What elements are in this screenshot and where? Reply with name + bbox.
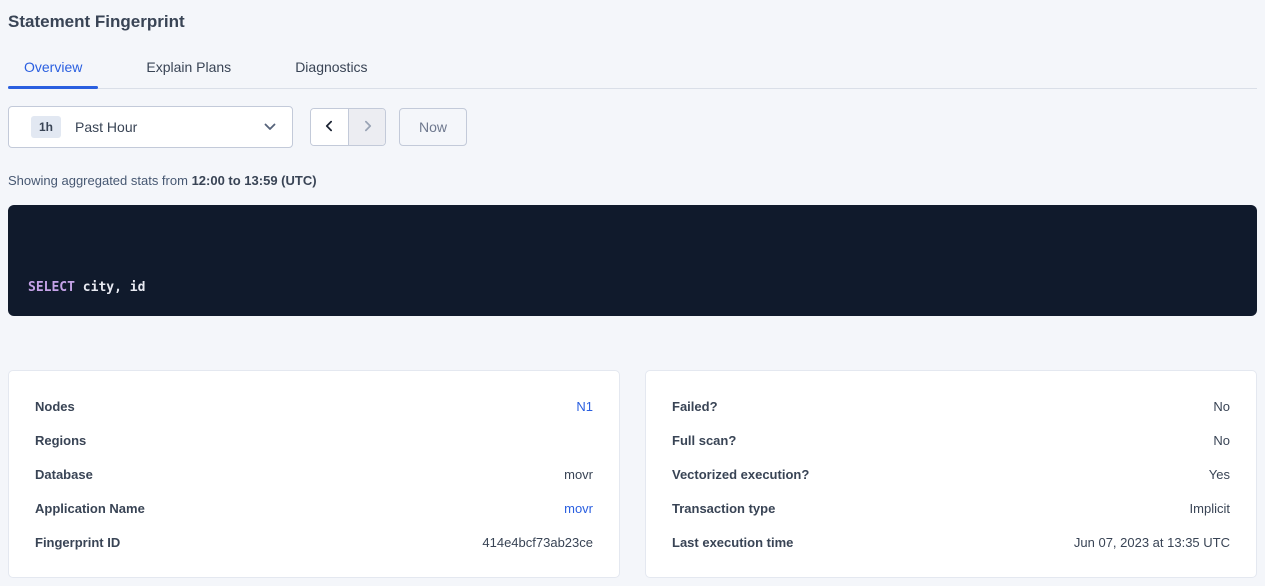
detail-label: Transaction type — [672, 501, 775, 516]
chevron-down-icon — [264, 123, 276, 131]
detail-value: No — [1213, 433, 1230, 448]
detail-row-transaction-type: Transaction type Implicit — [672, 491, 1230, 525]
aggregated-stats-caption: Showing aggregated stats from 12:00 to 1… — [8, 173, 1257, 188]
details-cards: Nodes N1 Regions Database movr Applicati… — [8, 370, 1257, 578]
statement-fingerprint-page: Statement Fingerprint Overview Explain P… — [0, 0, 1265, 578]
previous-interval-button[interactable] — [311, 109, 348, 145]
tab-overview[interactable]: Overview — [8, 55, 98, 88]
detail-row-regions: Regions — [35, 423, 593, 457]
detail-row-fingerprint-id: Fingerprint ID 414e4bcf73ab23ce — [35, 525, 593, 559]
detail-label: Application Name — [35, 501, 145, 516]
detail-row-full-scan: Full scan? No — [672, 423, 1230, 457]
detail-row-vectorized-execution: Vectorized execution? Yes — [672, 457, 1230, 491]
detail-label: Fingerprint ID — [35, 535, 120, 550]
detail-label: Full scan? — [672, 433, 736, 448]
time-range-badge: 1h — [31, 116, 61, 138]
detail-value: 414e4bcf73ab23ce — [482, 535, 593, 550]
detail-label: Failed? — [672, 399, 718, 414]
detail-row-nodes: Nodes N1 — [35, 389, 593, 423]
sql-line: SELECT city, id — [28, 276, 1237, 299]
sql-statement-box: SELECT city, id FROM vehicles WHERE city… — [8, 205, 1257, 316]
detail-label: Vectorized execution? — [672, 467, 809, 482]
tab-diagnostics[interactable]: Diagnostics — [279, 55, 383, 88]
time-step-group — [310, 108, 386, 146]
detail-label: Database — [35, 467, 93, 482]
time-range-label: Past Hour — [75, 119, 137, 135]
application-name-link[interactable]: movr — [564, 501, 593, 516]
statement-details-card-left: Nodes N1 Regions Database movr Applicati… — [8, 370, 620, 578]
detail-value: Jun 07, 2023 at 13:35 UTC — [1074, 535, 1230, 550]
nodes-link[interactable]: N1 — [576, 399, 593, 414]
detail-label: Regions — [35, 433, 86, 448]
stats-caption-range: 12:00 to 13:59 (UTC) — [192, 173, 317, 188]
detail-value: Yes — [1209, 467, 1230, 482]
page-title: Statement Fingerprint — [8, 0, 1257, 33]
time-picker-row: 1h Past Hour Now — [8, 106, 1257, 148]
detail-value: Implicit — [1190, 501, 1230, 516]
detail-row-database: Database movr — [35, 457, 593, 491]
tab-bar: Overview Explain Plans Diagnostics — [8, 55, 1257, 89]
next-interval-button[interactable] — [348, 109, 385, 145]
time-range-select[interactable]: 1h Past Hour — [8, 106, 293, 148]
now-button[interactable]: Now — [399, 108, 467, 146]
statement-details-card-right: Failed? No Full scan? No Vectorized exec… — [645, 370, 1257, 578]
detail-label: Last execution time — [672, 535, 793, 550]
detail-label: Nodes — [35, 399, 75, 414]
detail-row-failed: Failed? No — [672, 389, 1230, 423]
tab-explain-plans[interactable]: Explain Plans — [130, 55, 247, 88]
detail-value: movr — [564, 467, 593, 482]
detail-row-application-name: Application Name movr — [35, 491, 593, 525]
stats-caption-prefix: Showing aggregated stats from — [8, 173, 192, 188]
chevron-left-icon — [323, 119, 336, 136]
detail-value: No — [1213, 399, 1230, 414]
detail-row-last-execution-time: Last execution time Jun 07, 2023 at 13:3… — [672, 525, 1230, 559]
chevron-right-icon — [361, 119, 374, 136]
